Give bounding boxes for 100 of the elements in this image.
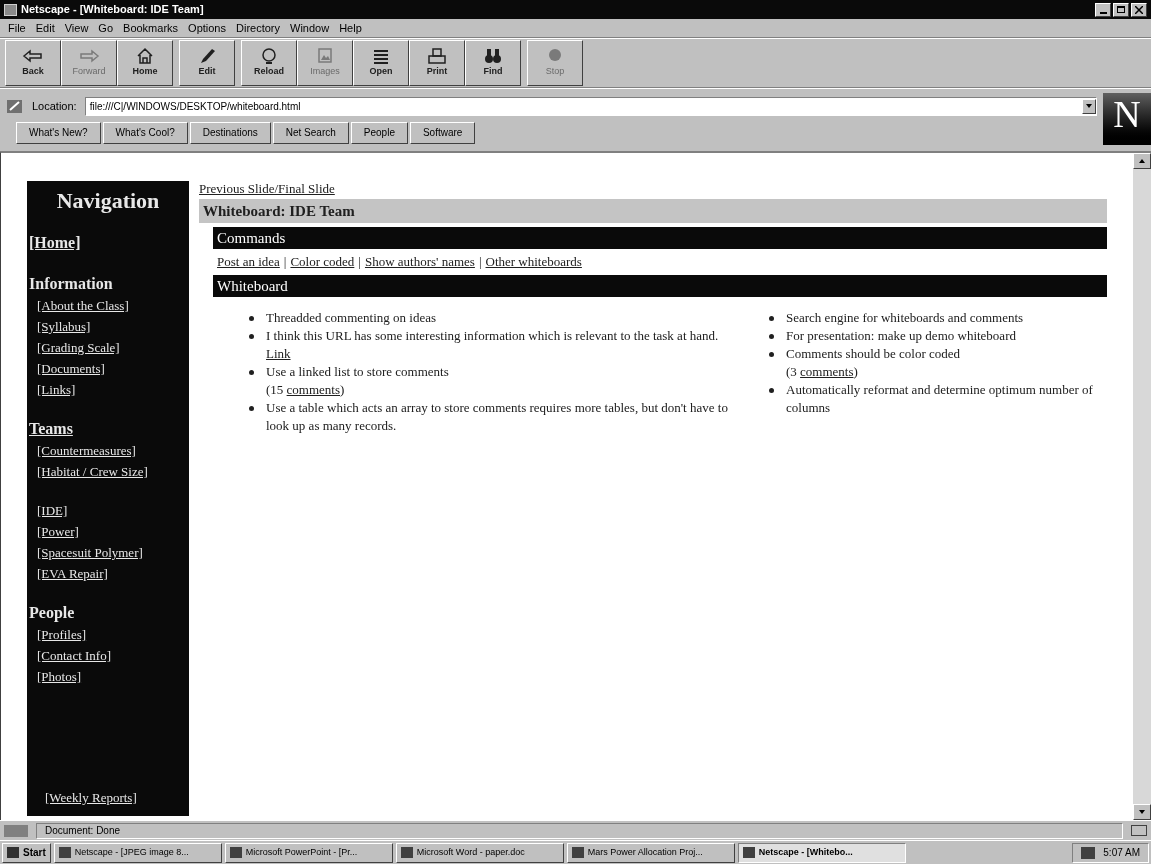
idea-text: Use a linked list to store comments [266, 363, 449, 381]
menu-item[interactable]: File [8, 19, 26, 37]
directory-button[interactable]: Software [409, 121, 476, 144]
idea-link[interactable]: Link [266, 345, 291, 363]
netscape-logo: N [1103, 93, 1151, 145]
clock-text: 5:07 AM [1103, 846, 1140, 860]
scrollbar[interactable] [1133, 153, 1151, 820]
taskbar-button[interactable]: Netscape - [JPEG image 8... [53, 842, 222, 863]
maximize-button[interactable] [1113, 2, 1129, 17]
menu-item[interactable]: Directory [236, 19, 280, 37]
command-link[interactable]: Color coded [290, 252, 355, 272]
commands-header: Commands [213, 227, 1107, 249]
bullet-icon [249, 334, 254, 339]
idea-text: Automatically reformat and determine optimum number of columns [786, 381, 1094, 417]
navigation-link[interactable]: [Photos] [37, 666, 82, 687]
close-button[interactable] [1131, 2, 1147, 17]
tray-icon [1081, 846, 1096, 859]
toolbar-button[interactable]: Home [117, 40, 173, 86]
directory-button[interactable]: Net Search [272, 121, 349, 144]
status-text: Document: Done [36, 822, 1123, 839]
command-link[interactable]: Post an idea [217, 252, 280, 272]
navigation-link[interactable]: [Habitat / Crew Size] [37, 461, 148, 482]
menu-item[interactable]: Window [290, 19, 330, 37]
bullet-icon [769, 388, 774, 393]
bullet-icon [769, 334, 774, 339]
app-icon [571, 847, 584, 858]
location-label: Location: [32, 98, 77, 114]
app-icon [58, 847, 71, 858]
toolbar-button[interactable]: Edit [179, 40, 235, 86]
navigation-title: Navigation [55, 187, 161, 215]
comment-count: (15 comments) [266, 381, 345, 399]
app-icon [400, 847, 413, 858]
section-heading: Information [29, 274, 114, 294]
window-title: Netscape - [Whiteboard: IDE Team] [21, 2, 204, 18]
location-field[interactable]: file:///C|/WINDOWS/DESKTOP/whiteboard.html [84, 96, 1097, 116]
separator-text: | [478, 253, 482, 272]
toolbar-button[interactable]: Reload [241, 40, 297, 86]
navigation-link[interactable]: [Weekly Reports] [45, 787, 137, 808]
previous-slide-link[interactable]: Previous Slide/Final Slide [199, 181, 335, 197]
navigation-link[interactable]: [Links] [37, 379, 76, 400]
idea-text: Threadded commenting on ideas [266, 309, 437, 327]
taskbar-button[interactable]: Netscape - [Whitebo... [737, 842, 906, 863]
toolbar-button[interactable]: Find [465, 40, 521, 86]
navigation-link[interactable]: [Grading Scale] [37, 337, 120, 358]
bookmark-icon[interactable] [6, 97, 24, 115]
idea-text: Use a table which acts an array to store comments requires more tables, but don't have to look up as many records. [266, 399, 729, 435]
navigation-link[interactable]: [Spacesuit Polymer] [37, 542, 143, 563]
toolbar-button[interactable]: Print [409, 40, 465, 86]
menu-item[interactable]: Bookmarks [123, 19, 179, 37]
comments-link[interactable]: comments [286, 382, 341, 397]
taskbar-button[interactable]: Mars Power Allocation Proj... [566, 842, 735, 863]
command-link[interactable]: Show authors' names [364, 252, 475, 272]
idea-text: For presentation: make up demo whiteboard [786, 327, 1016, 345]
taskbar-button[interactable]: Microsoft Word - paper.doc [395, 842, 564, 863]
navigation-link[interactable]: [Profiles] [37, 624, 87, 645]
close-icon [1135, 5, 1143, 14]
menu-item[interactable]: Go [98, 19, 114, 37]
idea-text: I think this URL has some interesting information which is relevant to the task at hand. [266, 327, 719, 345]
netscape-icon [4, 3, 17, 16]
comment-count: (3 comments) [786, 363, 858, 381]
printer-icon [426, 47, 448, 66]
separator-text: | [358, 253, 361, 272]
separator-text: | [283, 253, 287, 272]
toolbar-button[interactable]: Back [5, 40, 61, 86]
directory-button[interactable]: People [350, 121, 408, 144]
section-heading[interactable]: Teams [29, 418, 187, 440]
idea-text: Search engine for whiteboards and comments [786, 309, 1024, 327]
navigation-link[interactable]: [Power] [37, 521, 79, 542]
directory-button[interactable]: Destinations [189, 121, 271, 144]
bullet-icon [769, 352, 774, 357]
navigation-link[interactable]: [EVA Repair] [37, 563, 108, 584]
taskbar-button[interactable]: Microsoft PowerPoint - [Pr... [224, 842, 393, 863]
navigation-link[interactable]: [IDE] [37, 500, 68, 521]
menu-item[interactable]: Edit [35, 19, 55, 37]
directory-button[interactable]: What's New? [16, 121, 101, 144]
navigation-link[interactable]: [Contact Info] [37, 645, 111, 666]
start-button[interactable]: Start [2, 842, 51, 863]
minimize-button[interactable] [1095, 2, 1111, 17]
navigation-link[interactable]: [Countermeasures] [37, 440, 136, 461]
page-title-bar: Whiteboard: IDE Team [199, 199, 1107, 223]
menu-item[interactable]: Help [339, 19, 362, 37]
navigation-link[interactable]: [Syllabus] [37, 316, 91, 337]
binoculars-icon [482, 47, 504, 66]
toolbar-button[interactable]: Open [353, 40, 409, 86]
menu-item[interactable]: Options [188, 19, 226, 37]
command-link[interactable]: Other whiteboards [485, 252, 582, 272]
whiteboard-header: Whiteboard [213, 275, 1107, 297]
section-heading: People [29, 603, 76, 624]
bullet-icon [769, 316, 774, 321]
menu-item[interactable]: View [64, 19, 89, 37]
app-icon [742, 847, 755, 858]
directory-button[interactable]: What's Cool? [102, 121, 188, 144]
navigation-link[interactable]: [Home] [29, 231, 81, 255]
app-icon [229, 847, 242, 858]
bullet-icon [249, 370, 254, 375]
idea-text: Comments should be color coded [786, 345, 961, 363]
bullet-icon [249, 406, 254, 411]
navigation-link[interactable]: [Documents] [37, 358, 105, 379]
navigation-link[interactable]: [About the Class] [37, 295, 129, 316]
comments-link[interactable]: comments [800, 364, 854, 379]
